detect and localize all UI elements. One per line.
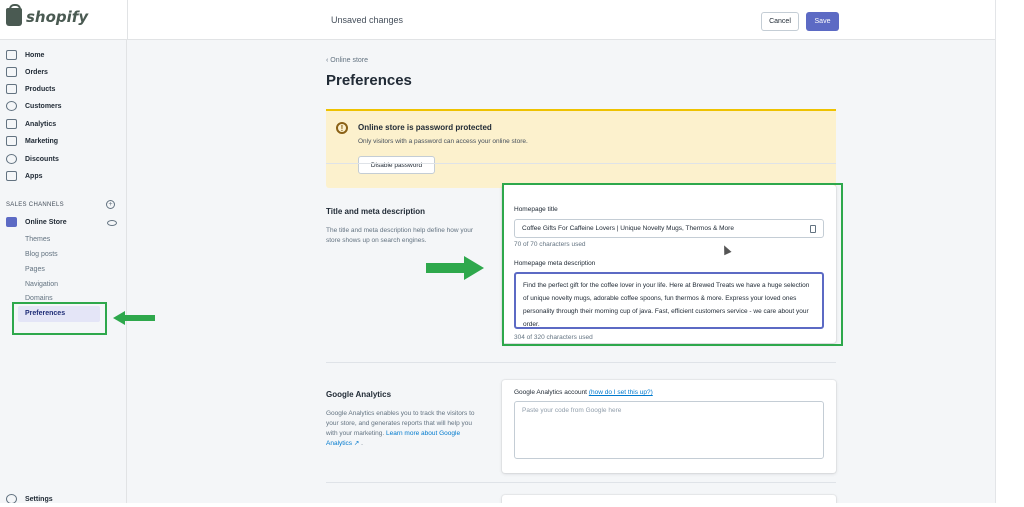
section-title-analytics: Google Analytics xyxy=(326,390,392,399)
cancel-button[interactable]: Cancel xyxy=(761,12,799,31)
annotation-arrow-right xyxy=(426,256,484,280)
orders-icon xyxy=(6,67,17,77)
divider xyxy=(326,163,836,164)
divider xyxy=(127,0,128,40)
page-title: Preferences xyxy=(326,72,412,89)
section-desc-meta: The title and meta description help defi… xyxy=(326,227,474,244)
bar-chart-icon xyxy=(6,119,17,129)
sidebar-item-label: Products xyxy=(25,85,56,93)
highlight-box xyxy=(12,302,107,335)
home-icon xyxy=(6,50,17,60)
sidebar-subitem-blog-posts[interactable]: Blog posts xyxy=(25,251,58,258)
person-icon xyxy=(6,101,17,111)
logo-text: shopify xyxy=(26,8,89,26)
sidebar-item-label: Discounts xyxy=(25,155,59,163)
eye-icon[interactable] xyxy=(107,220,117,226)
sidebar-item-label: Customers xyxy=(25,102,62,110)
sidebar-item-label: Apps xyxy=(25,172,43,180)
sidebar-item-home[interactable]: Home xyxy=(6,48,44,62)
sidebar-item-orders[interactable]: Orders xyxy=(6,65,48,79)
sidebar-subitem-themes[interactable]: Themes xyxy=(25,236,50,243)
analytics-placeholder: Paste your code from Google here xyxy=(522,407,622,414)
analytics-label-text: Google Analytics account xyxy=(514,389,587,396)
sidebar: Home Orders Products Customers Analytics… xyxy=(0,40,127,503)
app-window: shopify Unsaved changes Cancel Save Home… xyxy=(0,0,996,503)
sidebar-item-label: Home xyxy=(25,51,45,59)
highlight-box xyxy=(502,183,843,346)
apps-icon xyxy=(6,171,17,181)
sidebar-item-online-store[interactable]: Online Store xyxy=(6,215,67,229)
store-icon xyxy=(6,217,17,227)
next-card xyxy=(502,495,836,503)
divider xyxy=(326,362,836,363)
banner-title: Online store is password protected xyxy=(358,123,492,132)
sales-channels-header: SALES CHANNELS xyxy=(6,202,64,208)
sidebar-item-settings[interactable]: Settings xyxy=(6,494,53,503)
unsaved-status: Unsaved changes xyxy=(331,15,404,25)
sidebar-item-apps[interactable]: Apps xyxy=(6,169,43,183)
add-channel-icon[interactable]: + xyxy=(106,200,115,209)
sidebar-item-analytics[interactable]: Analytics xyxy=(6,117,56,131)
sidebar-subitem-domains[interactable]: Domains xyxy=(25,295,53,302)
sidebar-item-label: Analytics xyxy=(25,120,57,128)
sidebar-item-label: Orders xyxy=(25,68,48,76)
sidebar-subitem-navigation[interactable]: Navigation xyxy=(25,281,58,288)
sidebar-item-customers[interactable]: Customers xyxy=(6,99,62,113)
sidebar-item-discounts[interactable]: Discounts xyxy=(6,152,59,166)
megaphone-icon xyxy=(6,136,17,146)
breadcrumb[interactable]: ‹ Online store xyxy=(326,57,368,64)
save-button[interactable]: Save xyxy=(806,12,839,31)
sidebar-item-products[interactable]: Products xyxy=(6,82,55,96)
shopify-logo[interactable]: shopify xyxy=(6,4,89,26)
disable-password-button[interactable]: Disable password xyxy=(358,156,435,174)
password-banner: ! Online store is password protected Onl… xyxy=(326,109,836,188)
sidebar-item-label: Online Store xyxy=(25,218,67,226)
breadcrumb-label: Online store xyxy=(330,57,369,64)
tag-icon xyxy=(6,84,17,94)
warning-icon: ! xyxy=(336,122,348,134)
banner-text: Only visitors with a password can access… xyxy=(358,138,528,145)
sidebar-subitem-pages[interactable]: Pages xyxy=(25,266,45,273)
analytics-card: Google Analytics account (how do I set t… xyxy=(502,380,836,473)
sidebar-item-label: Marketing xyxy=(25,137,59,145)
setup-help-link[interactable]: (how do I set this up?) xyxy=(589,389,653,396)
analytics-account-label: Google Analytics account (how do I set t… xyxy=(514,389,653,396)
section-desc-analytics: Google Analytics enables you to track th… xyxy=(326,410,475,447)
divider xyxy=(326,482,836,483)
sidebar-item-label: Settings xyxy=(25,495,53,503)
sidebar-item-marketing[interactable]: Marketing xyxy=(6,134,58,148)
discount-icon xyxy=(6,154,17,164)
top-bar: shopify Unsaved changes Cancel Save xyxy=(0,0,995,40)
section-title-meta: Title and meta description xyxy=(326,207,425,216)
gear-icon xyxy=(6,494,17,503)
analytics-code-textarea[interactable]: Paste your code from Google here xyxy=(514,401,824,459)
shopping-bag-icon xyxy=(6,4,22,26)
